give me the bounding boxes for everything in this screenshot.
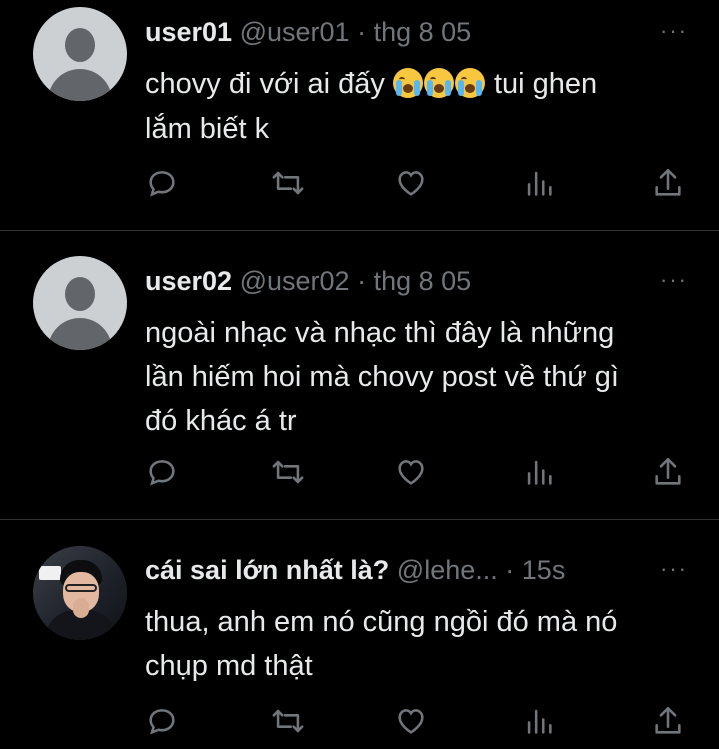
like-icon[interactable] [394,704,428,738]
retweet-icon[interactable] [271,704,305,738]
tweet-text: chovy đi với ai đấy tui ghen lắm biết k [145,62,693,151]
tweet-text-line: lần hiếm hoi mà chovy post về thứ gì [145,361,619,393]
separator: · [505,555,515,585]
more-options-icon[interactable]: ··· [657,20,691,42]
tweet-text: ngoài nhạc và nhạc thì đây là những lần … [145,311,693,443]
like-icon[interactable] [394,455,428,489]
author-handle[interactable]: @user01 [240,17,350,47]
views-icon[interactable] [522,704,556,738]
reply-icon[interactable] [145,455,179,489]
tweet[interactable]: cái sai lớn nhất là? @lehe... · 15s ··· … [0,520,719,749]
tweet-text: thua, anh em nó cũng ngồi đó mà nó chụp … [145,600,693,688]
tweet-text-line: thua, anh em nó cũng ngồi đó mà nó [145,606,618,638]
tweet-text-line: lắm biết k [145,113,270,146]
share-icon[interactable] [651,455,685,489]
like-icon[interactable] [394,166,428,200]
avatar[interactable] [33,256,127,350]
action-bar [145,455,691,489]
avatar[interactable] [33,7,127,101]
reply-icon[interactable] [145,166,179,200]
timestamp[interactable]: thg 8 05 [374,266,472,296]
author-name[interactable]: user02 [145,266,232,296]
timestamp[interactable]: 15s [522,555,566,585]
loudly-crying-face-icon [454,68,485,99]
retweet-icon[interactable] [271,166,305,200]
share-icon[interactable] [651,166,685,200]
tweet-header: cái sai lớn nhất là? @lehe... · 15s [145,554,649,586]
timestamp[interactable]: thg 8 05 [374,17,472,47]
tweet[interactable]: user02 @user02 · thg 8 05 ··· ngoài nhạc… [0,231,719,520]
emoji-group [392,63,486,107]
author-name[interactable]: user01 [145,17,232,47]
views-icon[interactable] [522,166,556,200]
author-handle[interactable]: @lehe... [397,555,498,585]
author-name[interactable]: cái sai lớn nhất là? [145,555,389,585]
action-bar [145,704,691,738]
tweet-text-line: chụp md thật [145,650,313,682]
tweet-text-line: ngoài nhạc và nhạc thì đây là những [145,317,615,349]
more-options-icon[interactable]: ··· [657,269,691,291]
views-icon[interactable] [522,455,556,489]
loudly-crying-face-icon [392,68,423,99]
tweet-header: user02 @user02 · thg 8 05 [145,265,649,297]
tweet-text-part: tui ghen [485,68,598,100]
reply-icon[interactable] [145,704,179,738]
separator: · [357,17,367,47]
tweet[interactable]: user01 @user01 · thg 8 05 ··· chovy đi v… [0,0,719,231]
more-options-icon[interactable]: ··· [657,558,691,580]
tweet-header: user01 @user01 · thg 8 05 [145,16,649,48]
share-icon[interactable] [651,704,685,738]
retweet-icon[interactable] [271,455,305,489]
loudly-crying-face-icon [423,68,454,99]
avatar[interactable] [33,546,127,640]
tweet-text-line: đó khác á tr [145,405,297,437]
author-handle[interactable]: @user02 [240,266,350,296]
tweet-text-part: chovy đi với ai đấy [145,68,393,100]
action-bar [145,166,691,200]
separator: · [357,266,367,296]
